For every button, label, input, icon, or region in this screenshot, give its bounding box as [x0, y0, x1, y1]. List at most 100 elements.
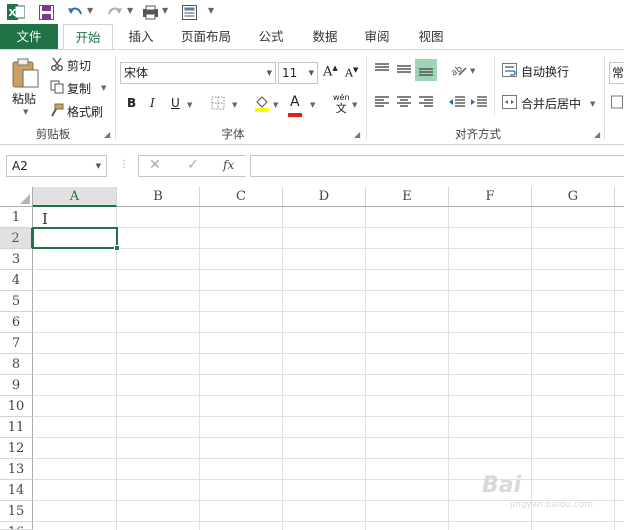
- copy-dropdown-icon[interactable]: ▼: [101, 84, 106, 92]
- align-middle-icon[interactable]: [395, 61, 413, 77]
- grow-font-button[interactable]: A▲: [323, 64, 338, 79]
- row-header[interactable]: 7: [0, 333, 33, 354]
- row-header[interactable]: 15: [0, 501, 33, 522]
- insert-function-icon[interactable]: fx: [223, 158, 234, 172]
- align-center-icon[interactable]: [395, 94, 413, 110]
- merge-center-button[interactable]: 合并后居中: [521, 95, 581, 112]
- column-header-f[interactable]: F: [449, 187, 532, 207]
- alignment-launcher-icon[interactable]: ◢: [594, 130, 600, 139]
- bold-button[interactable]: B: [127, 96, 136, 110]
- row-header[interactable]: 14: [0, 480, 33, 501]
- decrease-indent-icon[interactable]: [447, 94, 467, 110]
- tab-file[interactable]: 文件: [0, 24, 58, 49]
- tab-view[interactable]: 视图: [408, 24, 454, 49]
- tab-review[interactable]: 审阅: [354, 24, 400, 49]
- row-header[interactable]: 1: [0, 207, 33, 228]
- paste-label[interactable]: 粘贴: [12, 90, 36, 107]
- font-launcher-icon[interactable]: ◢: [354, 130, 360, 139]
- row-header[interactable]: 4: [0, 270, 33, 291]
- align-top-icon[interactable]: [373, 61, 391, 77]
- gridline: [282, 207, 283, 530]
- font-name-select[interactable]: 宋体 ▼: [120, 62, 276, 84]
- number-format-select[interactable]: 常: [609, 62, 624, 84]
- cut-button[interactable]: 剪切: [67, 57, 91, 74]
- font-size-select[interactable]: 11 ▼: [278, 62, 318, 84]
- underline-dropdown-icon[interactable]: ▼: [187, 101, 192, 109]
- row-header[interactable]: 13: [0, 459, 33, 480]
- customize-qat-icon[interactable]: ▼: [208, 6, 214, 15]
- tab-formulas[interactable]: 公式: [248, 24, 294, 49]
- tab-insert[interactable]: 插入: [118, 24, 164, 49]
- tab-home[interactable]: 开始: [63, 24, 113, 50]
- paste-dropdown-icon[interactable]: ▼: [23, 108, 28, 116]
- undo-icon[interactable]: [66, 2, 84, 22]
- column-header-a[interactable]: A: [33, 187, 117, 207]
- form-icon[interactable]: [180, 2, 198, 22]
- column-header-e[interactable]: E: [366, 187, 449, 207]
- paste-icon[interactable]: [8, 56, 42, 90]
- row-header[interactable]: 10: [0, 396, 33, 417]
- print-preview-icon[interactable]: [140, 2, 160, 22]
- fill-handle[interactable]: [114, 245, 120, 251]
- merge-center-icon[interactable]: [501, 94, 517, 110]
- font-color-button[interactable]: A: [288, 94, 302, 117]
- row-header[interactable]: 2: [0, 228, 33, 249]
- tab-page-layout[interactable]: 页面布局: [172, 24, 240, 49]
- align-bottom-icon[interactable]: [415, 59, 437, 81]
- print-dropdown-icon[interactable]: ▼: [162, 6, 168, 15]
- grow-font-label: A: [323, 64, 333, 80]
- cancel-icon[interactable]: ✕: [149, 157, 161, 173]
- formula-input[interactable]: [250, 155, 624, 177]
- watermark-url: jingyan.baidu.com: [510, 500, 594, 510]
- row-header[interactable]: 12: [0, 438, 33, 459]
- name-box[interactable]: A2 ▼: [6, 155, 107, 177]
- align-right-icon[interactable]: [417, 94, 435, 110]
- row-header[interactable]: 11: [0, 417, 33, 438]
- column-header-b[interactable]: B: [117, 187, 200, 207]
- orientation-icon[interactable]: ab: [448, 60, 468, 78]
- font-color-dropdown-icon[interactable]: ▼: [310, 101, 315, 109]
- column-header-d[interactable]: D: [283, 187, 366, 207]
- currency-icon[interactable]: [610, 94, 624, 110]
- save-icon[interactable]: [36, 2, 56, 22]
- fill-color-dropdown-icon[interactable]: ▼: [273, 101, 278, 109]
- row-header[interactable]: 6: [0, 312, 33, 333]
- clipboard-launcher-icon[interactable]: ◢: [104, 130, 110, 139]
- align-left-icon[interactable]: [373, 94, 391, 110]
- row-header[interactable]: 5: [0, 291, 33, 312]
- select-all-button[interactable]: [0, 187, 33, 207]
- underline-button[interactable]: U: [171, 96, 180, 110]
- scissors-icon[interactable]: [49, 56, 65, 72]
- column-header-c[interactable]: C: [200, 187, 283, 207]
- copy-icon[interactable]: [49, 79, 65, 95]
- fill-color-icon[interactable]: [253, 94, 271, 112]
- row-header[interactable]: 8: [0, 354, 33, 375]
- tab-data[interactable]: 数据: [302, 24, 348, 49]
- orientation-dropdown-icon[interactable]: ▼: [470, 67, 475, 75]
- enter-icon[interactable]: ✓: [187, 157, 199, 173]
- column-header-g[interactable]: G: [532, 187, 615, 207]
- italic-button[interactable]: I: [150, 96, 155, 110]
- wrap-text-button[interactable]: 自动换行: [521, 63, 569, 80]
- row-header[interactable]: 16: [0, 522, 33, 530]
- redo-icon[interactable]: [106, 2, 124, 22]
- copy-button[interactable]: 复制: [67, 80, 91, 97]
- number-format-value: 常: [612, 66, 624, 80]
- undo-dropdown-icon[interactable]: ▼: [87, 6, 93, 15]
- splitter-handle-icon[interactable]: ⋮: [119, 159, 129, 170]
- format-painter-icon[interactable]: [49, 102, 65, 118]
- row-header[interactable]: 3: [0, 249, 33, 270]
- phonetic-dropdown-icon[interactable]: ▼: [352, 101, 357, 109]
- shrink-font-button[interactable]: A▼: [345, 66, 358, 80]
- merge-dropdown-icon[interactable]: ▼: [590, 100, 595, 108]
- borders-icon[interactable]: [210, 95, 226, 111]
- row-header[interactable]: 9: [0, 375, 33, 396]
- increase-indent-icon[interactable]: [469, 94, 489, 110]
- redo-dropdown-icon[interactable]: ▼: [127, 6, 133, 15]
- borders-dropdown-icon[interactable]: ▼: [232, 101, 237, 109]
- format-painter-button[interactable]: 格式刷: [67, 103, 103, 120]
- wrap-text-icon[interactable]: [501, 62, 517, 78]
- active-cell-a2[interactable]: [32, 227, 120, 251]
- column-header-h[interactable]: [615, 187, 624, 207]
- phonetic-guide-button[interactable]: wén 文: [333, 94, 350, 116]
